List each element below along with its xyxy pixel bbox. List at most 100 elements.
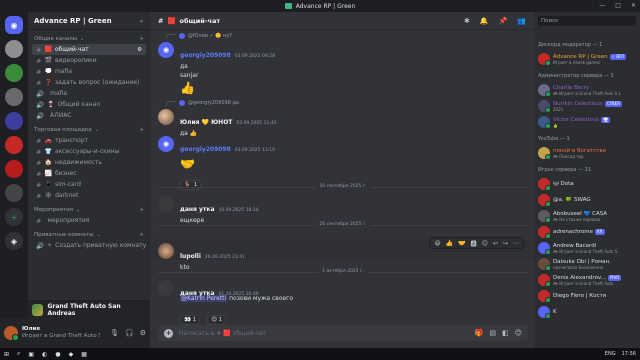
channel-item[interactable]: # ❓ задать вопрос (ожидание) <box>32 77 146 88</box>
message-action-icon[interactable]: ↪ <box>503 240 508 247</box>
message-action-icon[interactable]: 👍 <box>446 240 453 247</box>
gear-icon[interactable]: ⚙ <box>137 47 142 53</box>
pin-icon[interactable]: 📌 <box>499 17 508 25</box>
channel-category[interactable]: Приватные комнаты ⌄ + <box>28 226 150 240</box>
reply-preview[interactable]: @georgiy209098 да <box>166 100 239 106</box>
channel-item[interactable]: 🔊 + Создать приватную комнату <box>32 240 146 251</box>
add-attachment-icon[interactable]: + <box>164 328 173 338</box>
clock[interactable]: 17:56 <box>622 351 636 357</box>
member-item[interactable]: Diego Fiero | Костя <box>538 288 638 304</box>
message-action-icon[interactable]: 😊 <box>482 240 488 247</box>
language-indicator[interactable]: ENG <box>605 351 616 357</box>
minimize-button[interactable]: — <box>599 2 605 9</box>
member-item[interactable]: @a. 🍀 SWAG <box>538 192 638 208</box>
member-item[interactable]: Victor Celestious 🖥 🍐 <box>538 114 638 130</box>
members-icon[interactable]: 👥 <box>517 17 526 25</box>
member-item[interactable]: Abobuseel 💙 CASA 🎮 На страже порядка <box>538 208 638 224</box>
search-input[interactable]: Поиск <box>538 16 636 26</box>
channel-item[interactable]: # 👕 аксессуары-и-скины <box>32 146 146 157</box>
reply-preview[interactable]: @Юлия ✓ 🙂 ну? <box>166 33 232 39</box>
gift-icon[interactable]: 🎁 <box>475 329 484 337</box>
guild-header[interactable]: Advance RP | Green ⌄ <box>28 12 150 30</box>
message-action-icon[interactable]: ↩ <box>493 240 498 247</box>
message-composer[interactable]: + Написать в # 🟥 общий-чат 🎁 ▤ ◧ 😊 <box>158 325 528 341</box>
server-4-icon[interactable] <box>5 112 23 130</box>
taskbar-app-icon[interactable]: ▦ <box>81 351 87 358</box>
member-item[interactable]: Nurikin Celestious CYBER 2021 <box>538 98 638 114</box>
channel-item[interactable]: 🔊 АЛИАС <box>32 110 146 121</box>
channel-category[interactable]: Общие каналы ⌄ + <box>28 30 150 44</box>
add-channel-icon[interactable]: + <box>139 127 144 133</box>
taskbar-app-icon[interactable]: ⌕ <box>17 350 20 358</box>
avatar[interactable] <box>158 196 174 212</box>
member-item[interactable]: Denis Alexandrov... PIVO 🎮 Играет в Grand … <box>538 272 638 288</box>
avatar[interactable] <box>158 109 174 125</box>
emoji-picker-icon[interactable]: 😊 <box>515 329 522 337</box>
channel-item[interactable]: # 🎬 видеоролики <box>32 55 146 66</box>
message-author[interactable]: georgiy209098 <box>180 52 231 59</box>
discover-icon[interactable]: ◈ <box>5 232 23 250</box>
message-author[interactable]: даня утка <box>180 206 215 213</box>
reaction-button[interactable]: 🦌 1 <box>180 180 202 190</box>
message-action-icon[interactable]: 😆 <box>434 240 440 247</box>
taskbar-app-icon[interactable]: ◆ <box>69 351 74 358</box>
message-author[interactable]: georgiy209098 <box>180 146 231 153</box>
gif-icon[interactable]: ▤ <box>489 329 496 337</box>
channel-category[interactable]: Мероприятия ⌄ + <box>28 201 150 215</box>
server-3-icon[interactable] <box>5 88 23 106</box>
maximize-button[interactable]: □ <box>615 2 621 9</box>
member-item[interactable]: Charlie Berry 🎮 Играет в Grand Theft Auto… <box>538 82 638 98</box>
home-icon[interactable]: ◉ <box>5 16 23 34</box>
reaction-button[interactable]: 😊 1 <box>207 315 227 325</box>
add-channel-icon[interactable]: + <box>139 207 144 213</box>
taskbar-app-icon[interactable]: ● <box>55 351 60 358</box>
channel-item[interactable]: 🔊 mafia <box>32 88 146 99</box>
server-6-icon[interactable] <box>5 160 23 178</box>
member-item[interactable]: Advance RP | Green ✓ BOT Играет в /mesk-ga… <box>538 51 638 67</box>
reaction-button[interactable]: 👀 1 <box>180 315 201 325</box>
server-5-icon[interactable] <box>5 136 23 154</box>
channel-item[interactable]: # 📈 бизнес <box>32 168 146 179</box>
sticker-icon[interactable]: ◧ <box>502 329 509 337</box>
server-2-icon[interactable] <box>5 64 23 82</box>
user-mention[interactable]: @Katrin Peretti <box>180 295 228 302</box>
avatar[interactable]: ◉ <box>158 42 174 58</box>
server-7-icon[interactable] <box>5 184 23 202</box>
message-action-icon[interactable]: 🅰 <box>471 239 477 248</box>
channel-item[interactable]: # 📱 sim-card <box>32 179 146 190</box>
bell-icon[interactable]: 🔔 <box>480 17 489 25</box>
taskbar-app-icon[interactable]: ⊞ <box>4 351 9 358</box>
member-item[interactable]: adrenachrome RR <box>538 224 638 240</box>
threads-icon[interactable]: ✱ <box>464 17 470 25</box>
member-item[interactable]: покой в богатстве 🎮 Пиксид тир <box>538 145 638 161</box>
member-item[interactable]: 🐱 Dota <box>538 176 638 192</box>
message-action-icon[interactable]: ⋯ <box>513 240 519 247</box>
gear-icon[interactable]: ⚙ <box>140 329 146 337</box>
channel-item[interactable]: # 💭 mafia <box>32 66 146 77</box>
channel-item[interactable]: # 🏠 недвижимость <box>32 157 146 168</box>
member-item[interactable]: Daisuke Obi | Роман. насчитался Бесконечн… <box>538 256 638 272</box>
channel-item[interactable]: 🔊 🍷 Общий канал <box>32 99 146 110</box>
taskbar-app-icon[interactable]: ◐ <box>42 351 47 358</box>
server-1-icon[interactable] <box>5 40 23 58</box>
add-channel-icon[interactable]: + <box>139 36 144 42</box>
add-channel-icon[interactable]: + <box>139 232 144 238</box>
member-item[interactable]: K <box>538 304 638 320</box>
taskbar-app-icon[interactable]: ▣ <box>28 351 34 358</box>
avatar[interactable] <box>158 280 174 296</box>
channel-category[interactable]: Торговая площадка ⌄ + <box>28 121 150 135</box>
activity-panel[interactable]: Grand Theft Auto San Andreas <box>28 300 150 318</box>
channel-item[interactable]: # мероприятия <box>32 215 146 226</box>
channel-item[interactable]: # 🟥 общий-чат ⚙ <box>32 44 146 55</box>
channel-item[interactable]: # 🕸 darknet <box>32 190 146 201</box>
message-author[interactable]: lupolli <box>180 253 201 260</box>
message-action-icon[interactable]: 🤝 <box>458 240 465 247</box>
avatar[interactable] <box>4 326 19 341</box>
member-item[interactable]: Andrew Bacardi 🎮 Играет в Grand Theft Aut… <box>538 240 638 256</box>
headphones-icon[interactable]: 🎧 <box>125 329 134 337</box>
mic-icon[interactable]: 🎙 <box>110 329 119 337</box>
message-author[interactable]: Юлия 💛 ЮНОТ <box>180 119 232 126</box>
close-button[interactable]: ✕ <box>631 2 636 9</box>
add-server-icon[interactable]: + <box>5 208 23 226</box>
avatar[interactable]: ◉ <box>158 136 174 152</box>
